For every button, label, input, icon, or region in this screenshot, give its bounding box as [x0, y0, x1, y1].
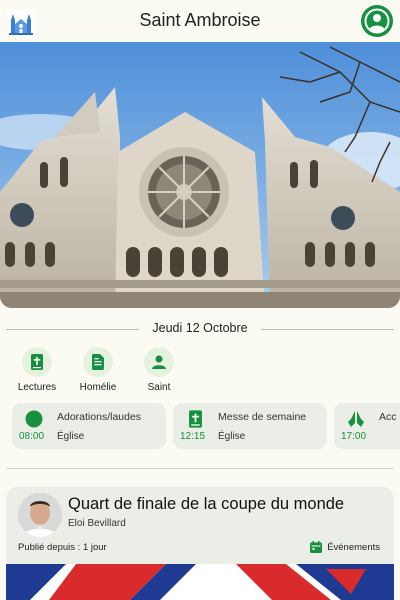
- page-title: Saint Ambroise: [139, 10, 261, 30]
- quick-link-saint[interactable]: Saint: [129, 347, 189, 393]
- news-category-label: Événements: [327, 541, 380, 553]
- section-divider: [6, 468, 394, 469]
- schedule-time: 17:00: [341, 431, 367, 442]
- news-headline: Quart de finale de la coupe du monde: [68, 495, 345, 513]
- quick-link-label: Saint: [147, 382, 171, 393]
- schedule-name: Messe de semaine: [218, 411, 307, 423]
- user-account-button[interactable]: [361, 5, 393, 37]
- document-icon: [83, 347, 113, 377]
- schedule-time: 08:00: [19, 431, 45, 442]
- schedule-place: Église: [218, 431, 246, 442]
- news-published: Publié depuis : 1 jour: [18, 542, 107, 553]
- schedule-name: Adorations/laudes: [57, 411, 142, 423]
- praying-hands-icon: [346, 409, 366, 429]
- bible-icon: [185, 409, 205, 429]
- schedule-place: Église: [57, 431, 85, 442]
- user-account-icon: [364, 8, 390, 34]
- schedule-card[interactable]: 17:00 Acc: [334, 403, 400, 449]
- person-icon: [144, 347, 174, 377]
- quick-link-label: Lectures: [17, 382, 57, 393]
- app-header: Saint Ambroise: [0, 0, 400, 42]
- schedule-carousel[interactable]: 08:00 Adorations/laudes Église 12:15 Mes…: [0, 403, 400, 449]
- bible-icon: [22, 347, 52, 377]
- quick-link-label: Homélie: [79, 382, 117, 393]
- news-image: [6, 564, 394, 600]
- author-avatar: [18, 493, 62, 537]
- date-separator: Jeudi 12 Octobre: [6, 321, 394, 337]
- schedule-card[interactable]: 12:15 Messe de semaine Église: [173, 403, 327, 449]
- news-author: Eloi Bevillard: [68, 518, 126, 529]
- quick-link-lectures[interactable]: Lectures: [7, 347, 67, 393]
- schedule-name: Acc: [379, 411, 397, 423]
- current-date: Jeudi 12 Octobre: [152, 321, 248, 335]
- schedule-card[interactable]: 08:00 Adorations/laudes Église: [12, 403, 166, 449]
- schedule-time: 12:15: [180, 431, 206, 442]
- church-facade-photo: [0, 42, 400, 308]
- news-category[interactable]: Événements: [310, 541, 380, 553]
- quick-link-homelie[interactable]: Homélie: [68, 347, 128, 393]
- news-card[interactable]: Quart de finale de la coupe du monde Elo…: [6, 487, 394, 600]
- circle-icon: [24, 409, 44, 429]
- calendar-icon: [310, 541, 323, 553]
